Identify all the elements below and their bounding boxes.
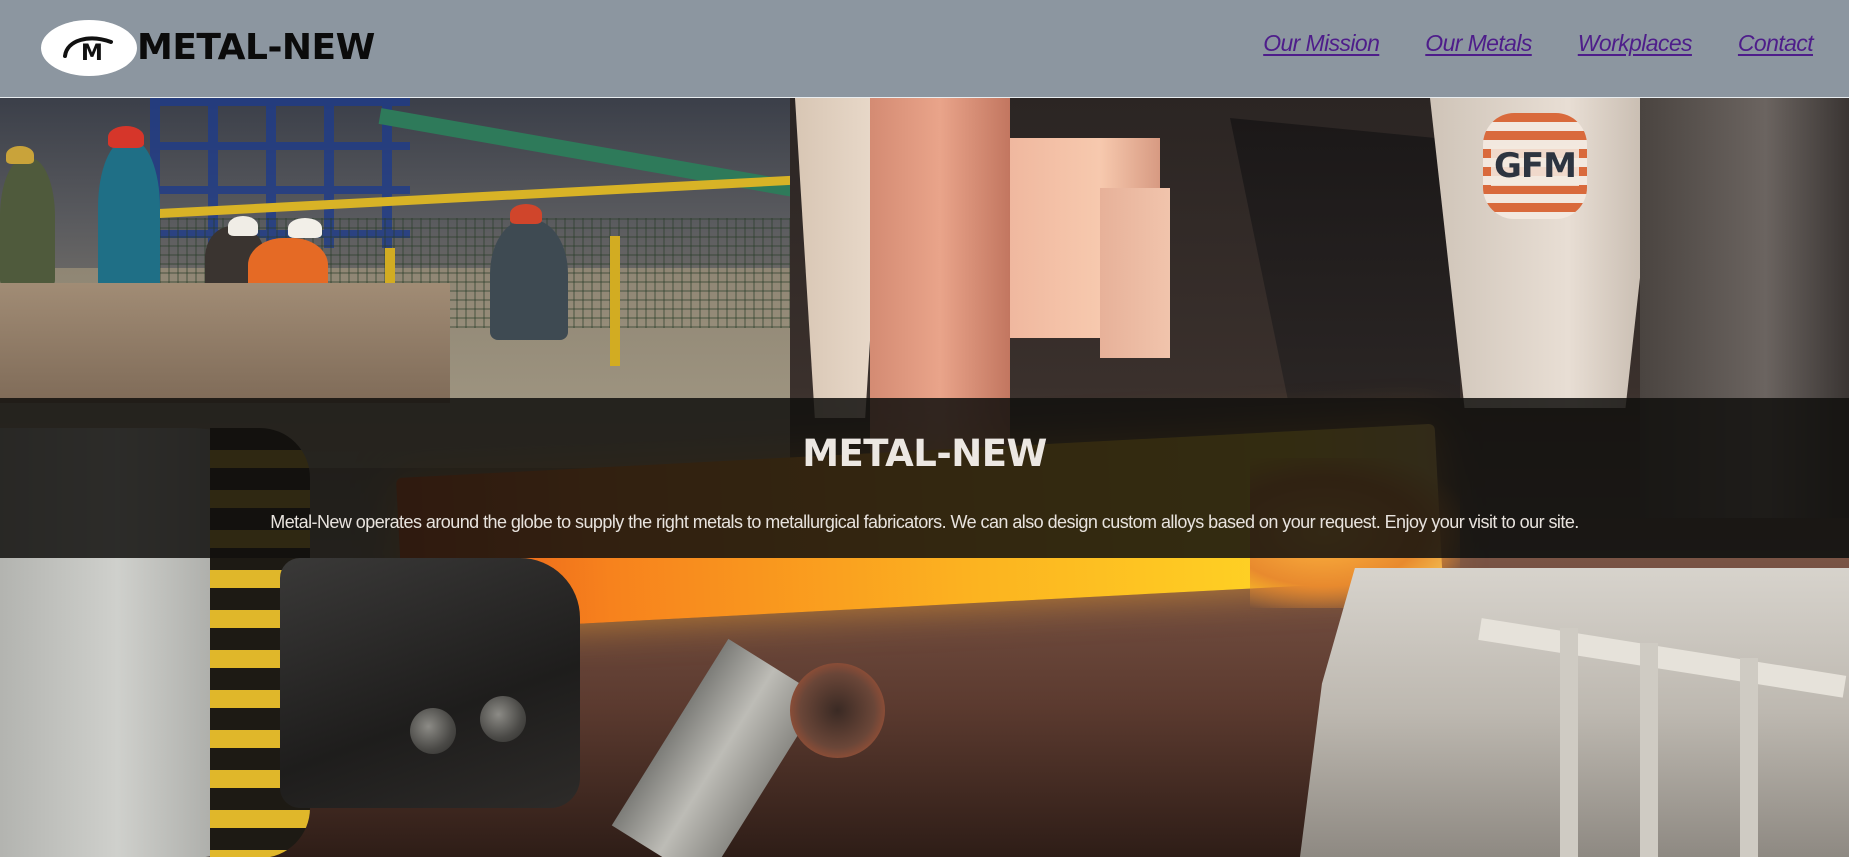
logo[interactable]: M bbox=[41, 20, 137, 76]
helmet bbox=[6, 146, 34, 164]
nav-link-workplaces[interactable]: Workplaces bbox=[1578, 30, 1693, 57]
main-nav: Our Mission Our Metals Workplaces Contac… bbox=[1263, 30, 1813, 57]
brand-name: METAL-NEW bbox=[137, 27, 375, 68]
worker bbox=[0, 158, 55, 288]
worker bbox=[98, 140, 160, 290]
hero-description: Metal-New operates around the globe to s… bbox=[270, 512, 1579, 532]
nav-link-our-metals[interactable]: Our Metals bbox=[1425, 30, 1532, 57]
worker bbox=[490, 220, 568, 340]
steel-post bbox=[1740, 658, 1758, 857]
nav-link-our-mission[interactable]: Our Mission bbox=[1263, 30, 1380, 57]
nav-link-contact[interactable]: Contact bbox=[1738, 30, 1814, 57]
helmet bbox=[108, 126, 144, 148]
gfm-badge: GFM bbox=[1483, 113, 1587, 219]
bolt bbox=[480, 696, 526, 742]
railing-post bbox=[610, 236, 620, 366]
hero-title: METAL-NEW bbox=[802, 432, 1047, 475]
helmet bbox=[228, 216, 258, 236]
steel-post bbox=[1560, 628, 1578, 857]
helmet bbox=[288, 218, 322, 238]
page: M METAL-NEW Our Mission Our Metals Workp… bbox=[0, 0, 1849, 857]
helmet bbox=[510, 204, 542, 224]
bolt bbox=[410, 708, 456, 754]
wood-panel bbox=[0, 283, 450, 403]
svg-text:M: M bbox=[81, 41, 103, 66]
gfm-badge-text: GFM bbox=[1491, 146, 1579, 186]
hero-caption-band: METAL-NEW Metal-New operates around the … bbox=[0, 398, 1849, 558]
machine-block bbox=[1100, 188, 1170, 358]
roller-wheel bbox=[790, 663, 885, 758]
clamp bbox=[280, 558, 580, 808]
steel-post bbox=[1640, 643, 1658, 857]
site-header: M METAL-NEW Our Mission Our Metals Workp… bbox=[0, 0, 1849, 98]
m-monogram-logo-icon: M bbox=[63, 36, 113, 66]
